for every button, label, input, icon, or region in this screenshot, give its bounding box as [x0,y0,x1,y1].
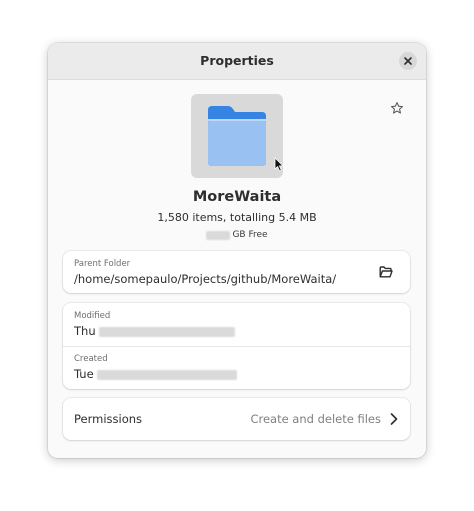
free-space-label: GB Free [232,230,268,240]
parent-folder-path[interactable]: /home/somepaulo/Projects/github/MoreWait… [74,272,336,286]
divider [63,346,410,347]
modified-value: Thu [74,324,236,338]
created-caption: Created [74,354,108,364]
close-button[interactable] [399,52,417,70]
properties-window: Properties MoreWaita 1,580 items, totall… [48,43,426,458]
open-parent-folder-button[interactable] [378,264,394,280]
modified-day: Thu [74,324,96,338]
file-preview[interactable] [191,94,284,178]
modified-caption: Modified [74,311,111,321]
dates-card: Modified Thu Created Tue [63,303,410,389]
close-icon [404,57,412,65]
redacted-value [206,230,231,240]
permissions-value: Create and delete files [250,412,381,426]
window-title: Properties [200,53,274,68]
permissions-row[interactable]: Permissions Create and delete files [63,398,410,440]
redacted-value [97,369,238,380]
file-name: MoreWaita [192,189,282,205]
mouse-pointer-icon [274,157,284,172]
chevron-right-icon [390,413,398,425]
permissions-label: Permissions [74,412,143,426]
star-icon [390,102,404,114]
created-day: Tue [74,367,94,381]
folder-icon [208,106,266,166]
item-summary: 1,580 items, totalling 5.4 MB [157,211,317,224]
free-space: GB Free [48,230,426,240]
parent-folder-caption: Parent Folder [74,259,131,269]
redacted-value [99,326,236,337]
titlebar: Properties [48,43,426,80]
parent-folder-row: Parent Folder /home/somepaulo/Projects/g… [63,251,410,293]
created-value: Tue [74,367,238,381]
open-folder-icon [379,266,393,278]
star-button[interactable] [388,99,406,117]
